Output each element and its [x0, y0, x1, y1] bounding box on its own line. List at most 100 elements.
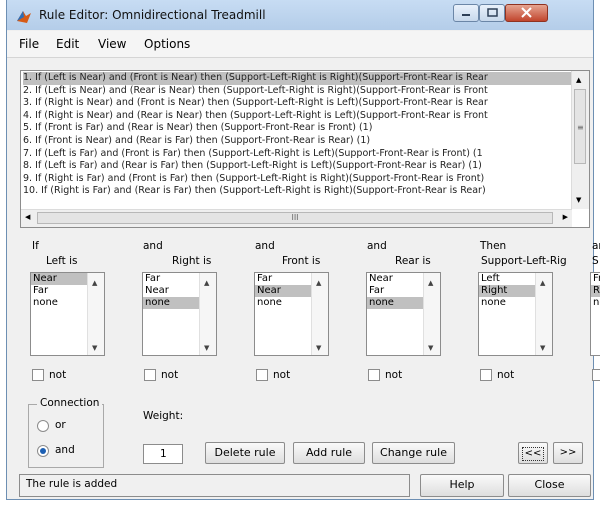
list-option[interactable]: Far: [367, 285, 423, 297]
listbox-scrollbar[interactable]: ▲ ▼: [311, 273, 328, 355]
list-option[interactable]: Far: [31, 285, 87, 297]
rule-item[interactable]: 7. If (Left is Far) and (Front is Far) t…: [23, 148, 571, 161]
list-option[interactable]: nc: [591, 297, 600, 309]
col-prefix-right: and: [143, 240, 163, 252]
close-button[interactable]: Close: [508, 474, 591, 497]
rule-item[interactable]: 3. If (Right is Near) and (Front is Near…: [23, 97, 571, 110]
not-label: not: [49, 369, 67, 381]
add-rule-button[interactable]: Add rule: [293, 442, 365, 464]
menu-options[interactable]: Options: [144, 37, 190, 51]
list-option[interactable]: Fr: [591, 273, 600, 285]
list-option[interactable]: Right: [479, 285, 535, 297]
rule-item[interactable]: 4. If (Right is Near) and (Rear is Near)…: [23, 110, 571, 123]
col-prefix-rear: and: [367, 240, 387, 252]
change-rule-button[interactable]: Change rule: [372, 442, 455, 464]
prev-label: <<: [521, 447, 545, 461]
support-left-right-listbox[interactable]: Left Right none ▲ ▼: [478, 272, 553, 356]
rule-item[interactable]: 1. If (Left is Near) and (Front is Near)…: [23, 72, 571, 85]
rule-list-horizontal-scrollbar[interactable]: ◀ III ▶: [21, 209, 572, 227]
scroll-divider-icon: ≡: [577, 123, 584, 132]
scroll-up-arrow-icon[interactable]: ▲: [204, 279, 209, 287]
list-option[interactable]: none: [367, 297, 423, 309]
col-prefix-support-fr: ar: [592, 240, 600, 252]
list-option[interactable]: Near: [367, 273, 423, 285]
rule-item[interactable]: 6. If (Front is Near) and (Rear is Far) …: [23, 135, 571, 148]
delete-rule-button[interactable]: Delete rule: [205, 442, 285, 464]
menu-view[interactable]: View: [98, 37, 126, 51]
right-value-listbox[interactable]: Far Near none ▲ ▼: [142, 272, 217, 356]
list-option[interactable]: none: [31, 297, 87, 309]
menu-file[interactable]: File: [19, 37, 39, 51]
rear-value-listbox[interactable]: Near Far none ▲ ▼: [366, 272, 441, 356]
list-option[interactable]: Near: [255, 285, 311, 297]
scroll-down-arrow-icon[interactable]: ▼: [92, 344, 97, 352]
col-prefix-support-lr: Then: [480, 240, 507, 252]
not-checkbox[interactable]: [32, 369, 44, 381]
support-front-rear-listbox[interactable]: Fr R nc: [590, 272, 600, 356]
rule-item[interactable]: 8. If (Left is Far) and (Rear is Far) th…: [23, 160, 571, 173]
list-option[interactable]: Near: [143, 285, 199, 297]
and-label: and: [55, 444, 75, 456]
close-window-button[interactable]: [505, 4, 548, 22]
list-option[interactable]: none: [143, 297, 199, 309]
horizontal-scroll-thumb[interactable]: III: [37, 212, 553, 224]
not-checkbox[interactable]: [480, 369, 492, 381]
listbox-scrollbar[interactable]: ▲ ▼: [87, 273, 104, 355]
listbox-scrollbar[interactable]: ▲ ▼: [535, 273, 552, 355]
not-checkbox[interactable]: [256, 369, 268, 381]
matlab-app-icon: [17, 11, 31, 23]
scroll-up-arrow-icon[interactable]: ▲: [92, 279, 97, 287]
list-option[interactable]: none: [479, 297, 535, 309]
list-option[interactable]: Left: [479, 273, 535, 285]
left-value-listbox[interactable]: Near Far none ▲ ▼: [30, 272, 105, 356]
weight-input[interactable]: 1: [143, 444, 183, 464]
scroll-down-arrow-icon[interactable]: ▼: [316, 344, 321, 352]
listbox-scrollbar[interactable]: ▲ ▼: [423, 273, 440, 355]
col-name-rear: Rear is: [395, 255, 431, 267]
help-button[interactable]: Help: [420, 474, 504, 497]
scroll-right-arrow-icon[interactable]: ▶: [563, 213, 568, 221]
not-label: not: [385, 369, 403, 381]
and-radio[interactable]: [37, 445, 49, 457]
not-checkbox[interactable]: [592, 369, 600, 381]
list-option[interactable]: Far: [255, 273, 311, 285]
next-rule-button[interactable]: >>: [553, 442, 583, 464]
rule-list[interactable]: 1. If (Left is Near) and (Front is Near)…: [20, 70, 590, 228]
listbox-scrollbar[interactable]: ▲ ▼: [199, 273, 216, 355]
list-option[interactable]: Far: [143, 273, 199, 285]
rule-item[interactable]: 9. If (Right is Far) and (Front is Far) …: [23, 173, 571, 186]
menu-edit[interactable]: Edit: [56, 37, 79, 51]
scroll-up-arrow-icon[interactable]: ▲: [316, 279, 321, 287]
list-option[interactable]: none: [255, 297, 311, 309]
or-radio[interactable]: [37, 420, 49, 432]
scroll-up-arrow-icon[interactable]: ▲: [428, 279, 433, 287]
rule-item[interactable]: 5. If (Front is Far) and (Rear is Near) …: [23, 122, 571, 135]
list-option[interactable]: R: [591, 285, 600, 297]
scroll-grip-mark: III: [291, 213, 299, 222]
minimize-button[interactable]: [453, 4, 479, 22]
not-checkbox[interactable]: [368, 369, 380, 381]
col-prefix-left: If: [32, 240, 39, 252]
not-label: not: [273, 369, 291, 381]
rule-item[interactable]: 2. If (Left is Near) and (Rear is Near) …: [23, 85, 571, 98]
rule-list-vertical-scrollbar[interactable]: ▲ ≡ ▼: [571, 71, 589, 209]
weight-label: Weight:: [143, 410, 184, 422]
scroll-down-arrow-icon[interactable]: ▼: [204, 344, 209, 352]
minimize-icon: [462, 14, 470, 16]
scroll-down-arrow-icon[interactable]: ▼: [576, 196, 581, 204]
maximize-button[interactable]: [479, 4, 505, 22]
scroll-down-arrow-icon[interactable]: ▼: [428, 344, 433, 352]
list-option[interactable]: Near: [31, 273, 87, 285]
scroll-up-arrow-icon[interactable]: ▲: [576, 76, 581, 84]
not-checkbox[interactable]: [144, 369, 156, 381]
scroll-left-arrow-icon[interactable]: ◀: [25, 213, 30, 221]
scroll-down-arrow-icon[interactable]: ▼: [540, 344, 545, 352]
front-value-listbox[interactable]: Far Near none ▲ ▼: [254, 272, 329, 356]
prev-rule-button[interactable]: <<: [518, 442, 548, 464]
status-bar: The rule is added: [19, 474, 410, 497]
menu-bar: File Edit View Options: [7, 31, 593, 58]
status-text: The rule is added: [26, 478, 118, 490]
rule-item[interactable]: 10. If (Right is Far) and (Rear is Far) …: [23, 185, 571, 198]
not-label: not: [161, 369, 179, 381]
scroll-up-arrow-icon[interactable]: ▲: [540, 279, 545, 287]
